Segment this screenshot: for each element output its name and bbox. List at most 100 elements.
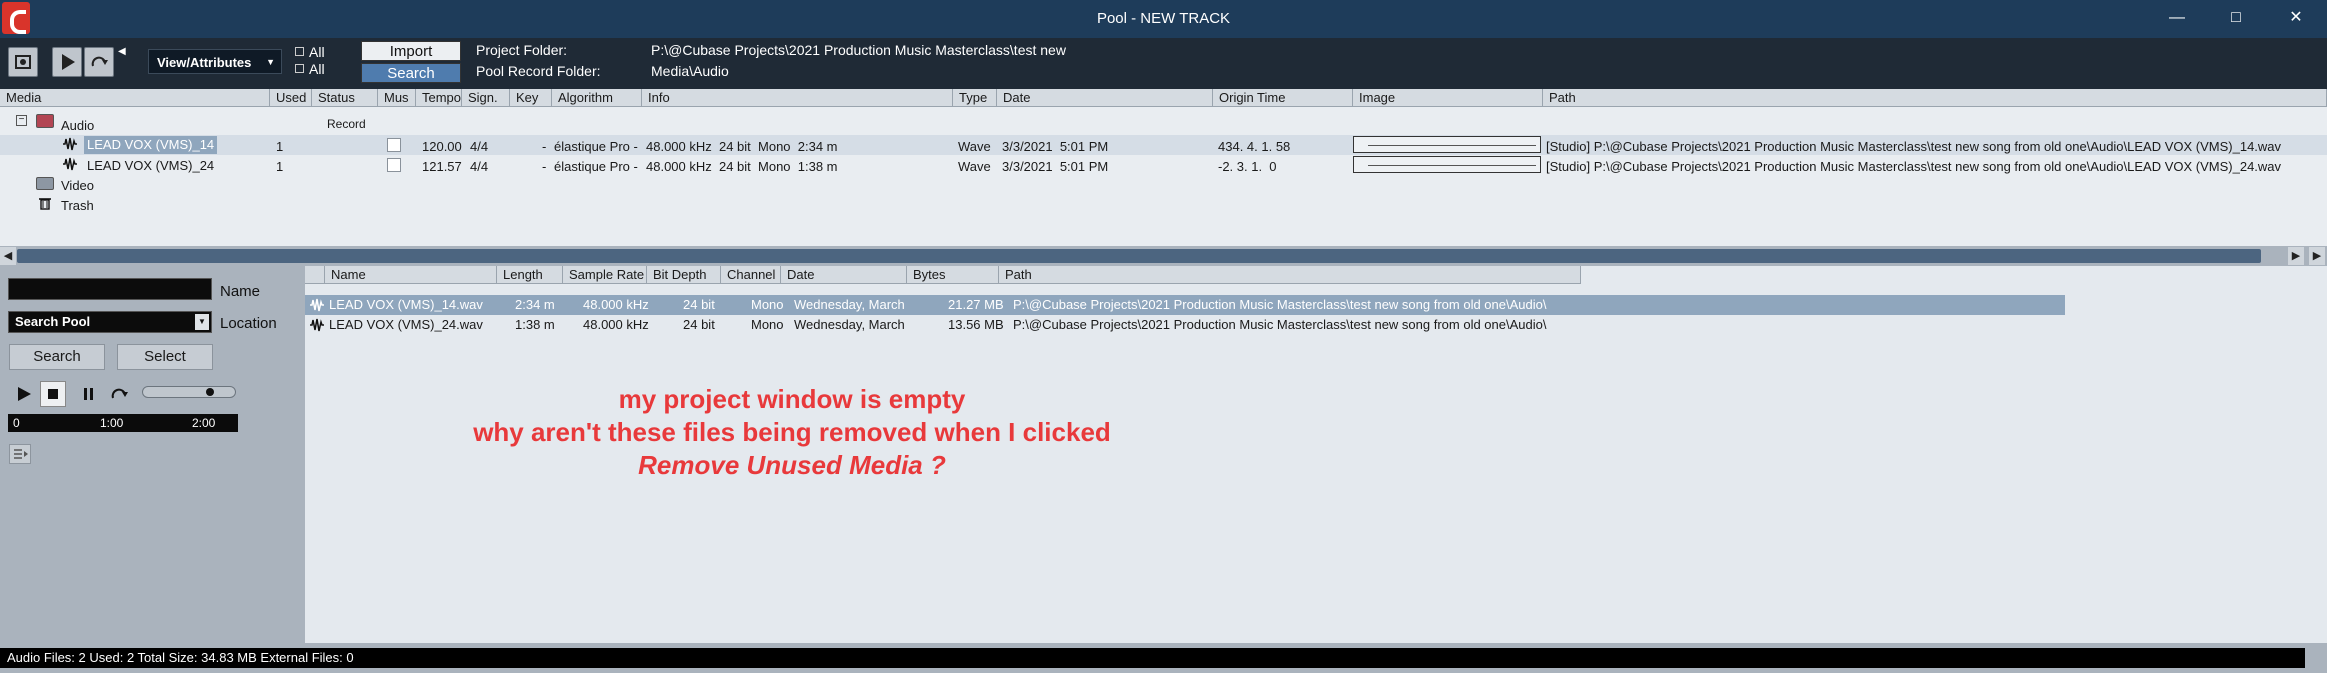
minimize-icon[interactable]: — <box>2167 8 2187 28</box>
status-text: Audio Files: 2 Used: 2 Total Size: 34.83… <box>0 648 2305 668</box>
musical-mode-checkbox[interactable] <box>387 138 401 152</box>
waveform-image <box>1353 136 1541 153</box>
pause-icon[interactable] <box>80 384 98 407</box>
preview-position-ruler[interactable]: 0 1:00 2:00 <box>8 414 238 432</box>
select-button[interactable]: Select <box>117 344 213 370</box>
slider-knob[interactable] <box>206 388 214 396</box>
result-bit-depth: 24 bit <box>683 297 715 312</box>
ruler-tick: 0 <box>13 416 20 430</box>
column-sample-rate[interactable]: Sample Rate <box>563 266 647 284</box>
record-folder-marker: Record <box>327 117 366 131</box>
type-value: Wave <box>958 139 991 154</box>
info-value: 48.000 kHz 24 bit Mono 1:38 m <box>646 159 838 174</box>
path-value: [Studio] P:\@Cubase Projects\2021 Produc… <box>1546 159 2282 174</box>
column-status[interactable]: Status <box>312 89 378 107</box>
chevron-down-icon: ▼ <box>266 57 275 67</box>
tempo-value: 121.57 <box>422 159 462 174</box>
column-used[interactable]: Used <box>270 89 312 107</box>
column-sign[interactable]: Sign. <box>462 89 510 107</box>
play-preview-button[interactable] <box>52 47 82 77</box>
title-bar: Pool - NEW TRACK — □ ✕ <box>0 0 2327 38</box>
table-row[interactable]: LEAD VOX (VMS)_24.wav 1:38 m 48.000 kHz … <box>305 315 2065 335</box>
annotation-line-1: my project window is empty <box>618 384 966 414</box>
origin-time-value: -2. 3. 1. 0 <box>1218 159 1277 174</box>
collapse-panel-icon[interactable] <box>9 444 31 464</box>
path-value: [Studio] P:\@Cubase Projects\2021 Produc… <box>1546 139 2282 154</box>
collapse-audio-toggle[interactable]: − <box>16 115 27 126</box>
collapse-all-toggle[interactable]: All <box>295 61 325 77</box>
location-value: Search Pool <box>15 314 91 329</box>
result-bytes: 13.56 MB <box>948 317 1004 332</box>
search-name-input[interactable] <box>8 278 212 300</box>
column-mus[interactable]: Mus <box>378 89 416 107</box>
column-bit-depth[interactable]: Bit Depth <box>647 266 721 284</box>
result-sample-rate: 48.000 kHz <box>583 317 649 332</box>
name-label: Name <box>220 283 261 300</box>
column-algorithm[interactable]: Algorithm <box>552 89 642 107</box>
horizontal-scrollbar[interactable]: ◀ ▶ ▶ <box>0 246 2327 266</box>
trash-icon <box>38 196 52 215</box>
scroll-left-icon[interactable]: ◀ <box>0 247 16 265</box>
column-channel[interactable]: Channel <box>721 266 781 284</box>
scroll-right-end-icon[interactable]: ▶ <box>2309 247 2325 265</box>
result-name: LEAD VOX (VMS)_14.wav <box>329 297 483 312</box>
plus-box-icon <box>295 47 304 56</box>
column-path[interactable]: Path <box>999 266 1581 284</box>
annotation-line-2: why aren't these files being removed whe… <box>473 417 1111 447</box>
search-button[interactable]: Search <box>361 63 461 83</box>
video-folder-icon <box>36 177 54 190</box>
column-length[interactable]: Length <box>497 266 563 284</box>
trash-folder-label[interactable]: Trash <box>61 197 94 215</box>
window-title: Pool - NEW TRACK <box>1096 10 1231 27</box>
view-attributes-label: View/Attributes <box>157 55 252 70</box>
maximize-icon[interactable]: □ <box>2226 8 2246 28</box>
minus-box-icon <box>295 64 304 73</box>
preview-volume-slider[interactable] <box>142 386 236 398</box>
column-image[interactable]: Image <box>1353 89 1543 107</box>
column-origin-time[interactable]: Origin Time <box>1213 89 1353 107</box>
result-sample-rate: 48.000 kHz <box>583 297 649 312</box>
loop-icon[interactable] <box>108 384 130 407</box>
column-media[interactable]: Media <box>0 89 270 107</box>
stop-button[interactable] <box>40 381 66 407</box>
column-bytes[interactable]: Bytes <box>907 266 999 284</box>
loop-icon <box>91 56 108 67</box>
column-info[interactable]: Info <box>642 89 953 107</box>
result-bytes: 21.27 MB <box>948 297 1004 312</box>
media-name[interactable]: LEAD VOX (VMS)_14 <box>84 136 218 154</box>
column-date[interactable]: Date <box>997 89 1213 107</box>
video-folder-label[interactable]: Video <box>61 177 94 195</box>
column-path[interactable]: Path <box>1543 89 2327 107</box>
pool-record-folder-label: Pool Record Folder: <box>476 63 601 79</box>
location-dropdown[interactable]: Search Pool ▼ <box>8 311 212 333</box>
close-icon[interactable]: ✕ <box>2286 8 2306 28</box>
column-key[interactable]: Key <box>510 89 552 107</box>
scroll-right-icon[interactable]: ▶ <box>2288 247 2304 265</box>
column-sort[interactable] <box>305 266 325 284</box>
ruler-tick: 2:00 <box>192 416 216 430</box>
column-name[interactable]: Name <box>325 266 497 284</box>
media-name[interactable]: LEAD VOX (VMS)_24 <box>87 157 214 175</box>
view-attributes-dropdown[interactable]: View/Attributes ▼ <box>148 49 282 74</box>
column-type[interactable]: Type <box>953 89 997 107</box>
search-pool-button[interactable]: Search <box>9 344 105 370</box>
audio-folder-icon <box>36 114 54 128</box>
import-button[interactable]: Import <box>361 41 461 61</box>
used-count: 1 <box>276 139 284 154</box>
play-icon <box>62 54 75 70</box>
table-row[interactable]: LEAD VOX (VMS)_14.wav 2:34 m 48.000 kHz … <box>305 295 2065 315</box>
musical-mode-checkbox[interactable] <box>387 158 401 172</box>
pool-settings-button[interactable] <box>8 47 38 77</box>
waveform-icon <box>62 137 78 156</box>
play-icon[interactable] <box>14 384 34 407</box>
audio-folder-label[interactable]: Audio <box>61 117 94 135</box>
scroll-thumb[interactable] <box>17 249 2261 263</box>
chevron-down-icon: ▼ <box>195 314 209 330</box>
column-date[interactable]: Date <box>781 266 907 284</box>
waveform-icon <box>309 318 325 338</box>
search-results-panel: Name Length Sample Rate Bit Depth Channe… <box>305 266 2327 643</box>
expand-all-toggle[interactable]: All <box>295 44 325 60</box>
column-tempo[interactable]: Tempo <box>416 89 462 107</box>
collapse-arrow-icon[interactable]: ◀ <box>118 46 126 57</box>
loop-preview-button[interactable] <box>84 47 114 77</box>
